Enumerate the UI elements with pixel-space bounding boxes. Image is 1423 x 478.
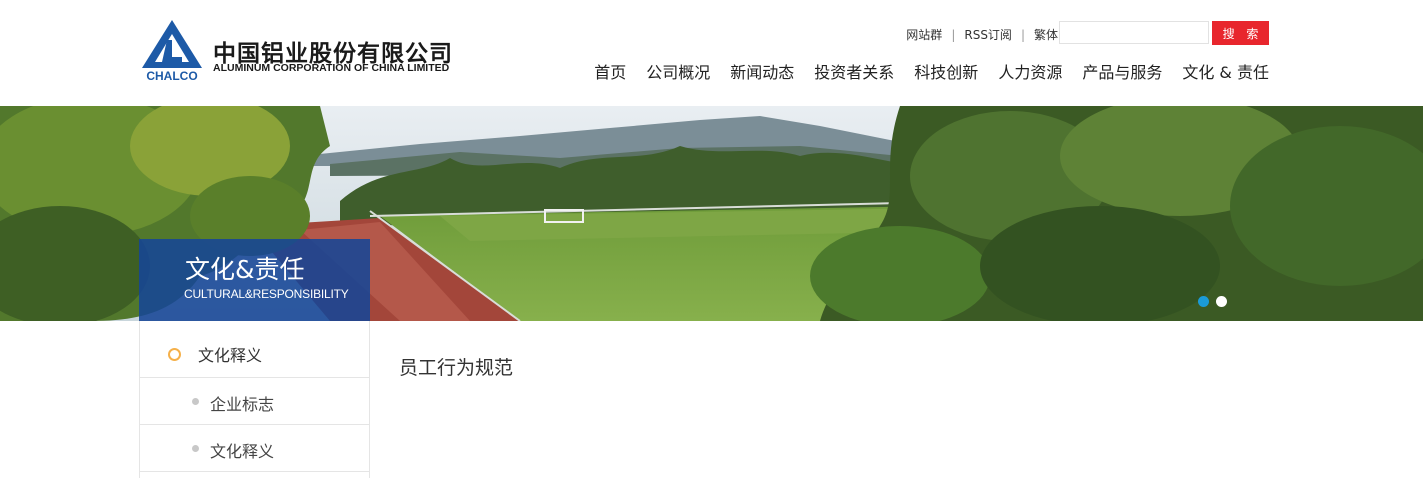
banner-section-label: 文化&责任 CULTURAL&RESPONSIBILITY [139,239,370,321]
separator: | [1020,27,1025,42]
carousel-dots [1198,296,1234,307]
nav-investor-relations[interactable]: 投资者关系 [814,59,894,83]
top-links: 网站群 | RSS订阅 | 繁体 [906,26,1058,43]
circle-icon [168,348,181,361]
bullet-icon [192,445,199,452]
banner-title-en: CULTURAL&RESPONSIBILITY [184,287,349,301]
nav-news[interactable]: 新闻动态 [730,59,794,83]
nav-company-overview[interactable]: 公司概况 [646,59,710,83]
nav-culture-responsibility[interactable]: 文化 & 责任 [1182,59,1269,83]
carousel-dot-1[interactable] [1198,296,1209,307]
logo-mark-text: CHALCO [146,69,197,82]
chalco-logo[interactable]: CHALCO 中国铝业股份有限公司 ALUMINUM CORPORATION O… [141,18,481,82]
search-button[interactable]: 搜 索 [1212,21,1269,45]
banner-title-cn: 文化&责任 [185,255,305,284]
separator: | [951,27,956,42]
toplink-rss[interactable]: RSS订阅 [964,26,1012,43]
nav-products-services[interactable]: 产品与服务 [1082,59,1162,83]
site-header: CHALCO 中国铝业股份有限公司 ALUMINUM CORPORATION O… [0,0,1423,106]
sidebar-heading-label: 文化释义 [198,346,263,365]
sidebar-nav: 文化释义 企业标志 文化释义 [139,321,370,478]
nav-human-resources[interactable]: 人力资源 [998,59,1062,83]
page-title: 员工行为规范 [399,357,514,379]
sidebar-item-label: 企业标志 [210,395,275,414]
nav-technology[interactable]: 科技创新 [914,59,978,83]
nav-home[interactable]: 首页 [594,59,626,83]
hero-banner: 文化&责任 CULTURAL&RESPONSIBILITY [0,106,1423,321]
company-name-en: ALUMINUM CORPORATION OF CHINA LIMITED [213,62,450,74]
toplink-site-group[interactable]: 网站群 [906,26,942,43]
sidebar-item-label: 文化释义 [210,442,275,461]
sidebar-item-culture-interpretation[interactable]: 文化释义 [140,425,369,472]
sidebar-heading[interactable]: 文化释义 [140,321,369,378]
search-input[interactable] [1059,21,1209,44]
toplink-traditional[interactable]: 繁体 [1034,26,1058,43]
bullet-icon [192,398,199,405]
carousel-dot-2[interactable] [1216,296,1227,307]
main-nav: 首页 公司概况 新闻动态 投资者关系 科技创新 人力资源 产品与服务 文化 & … [574,59,1269,83]
chalco-logo-icon: CHALCO [142,20,202,82]
sidebar-item-corporate-logo[interactable]: 企业标志 [140,378,369,425]
